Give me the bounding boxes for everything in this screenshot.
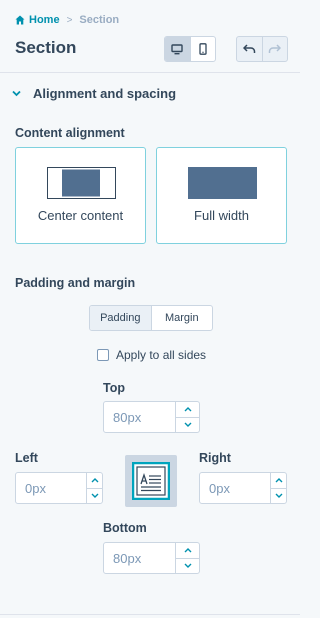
chevron-down-icon [91,493,98,499]
accordion-title: Alignment and spacing [33,85,177,101]
desktop-view-button[interactable] [165,37,190,61]
apply-all-sides-row[interactable]: Apply to all sides [97,348,206,362]
mobile-view-button[interactable] [189,37,216,61]
full-width-option[interactable]: Full width [156,147,287,244]
chevron-up-icon [184,547,191,553]
breadcrumb-home-link[interactable]: Home [15,14,60,26]
right-padding-input[interactable] [200,473,270,503]
breadcrumb-home-label: Home [29,14,60,26]
chevron-down-icon [275,493,282,499]
home-icon [15,15,25,25]
chevron-up-icon [184,406,191,412]
left-label: Left [15,451,38,465]
bottom-padding-stepper [103,542,200,574]
top-padding-stepper [103,401,200,433]
left-decrement-button[interactable] [87,487,102,504]
redo-button[interactable] [261,37,288,61]
left-increment-button[interactable] [87,473,102,488]
bottom-padding-input[interactable] [104,543,175,573]
center-content-icon [47,167,116,199]
box-model-icon [125,455,177,507]
desktop-icon [171,43,183,54]
content-alignment-label: Content alignment [15,126,125,140]
breadcrumb-separator: > [66,14,73,26]
page-title: Section [15,38,77,57]
top-increment-button[interactable] [176,402,199,417]
undo-redo-group [236,36,288,62]
redo-icon [269,44,282,53]
breadcrumb-current: Section [79,14,120,26]
apply-all-sides-label: Apply to all sides [116,348,207,362]
mobile-icon [199,43,207,55]
top-label: Top [103,381,125,395]
accordion-alignment-spacing[interactable]: Alignment and spacing [12,84,176,102]
chevron-down-icon [184,422,191,428]
tab-margin[interactable]: Margin [150,306,213,330]
full-width-icon [188,167,257,199]
center-content-option[interactable]: Center content [15,147,146,244]
bottom-increment-button[interactable] [176,543,199,558]
padding-margin-toggle: Padding Margin [89,305,213,331]
chevron-down-icon [184,563,191,569]
left-padding-stepper [15,472,103,504]
undo-icon [242,44,255,53]
header-divider [0,72,300,73]
padding-margin-label: Padding and margin [15,276,136,290]
left-padding-input[interactable] [16,473,86,503]
undo-button[interactable] [237,37,262,61]
breadcrumb: Home > Section [15,12,119,28]
chevron-up-icon [275,477,282,483]
bottom-decrement-button[interactable] [176,557,199,574]
full-width-label: Full width [194,208,249,223]
bottom-label: Bottom [103,521,147,535]
right-padding-stepper [199,472,287,504]
apply-all-sides-checkbox[interactable] [97,349,109,361]
top-padding-input[interactable] [104,402,175,432]
center-content-label: Center content [37,208,124,223]
top-decrement-button[interactable] [176,416,199,433]
chevron-down-icon [12,90,21,96]
device-toggle [164,36,216,62]
footer-divider [0,614,300,615]
tab-padding[interactable]: Padding [90,306,151,330]
chevron-up-icon [91,477,98,483]
right-decrement-button[interactable] [271,487,286,504]
right-increment-button[interactable] [271,473,286,488]
right-label: Right [199,451,231,465]
text-document-icon [132,462,170,500]
